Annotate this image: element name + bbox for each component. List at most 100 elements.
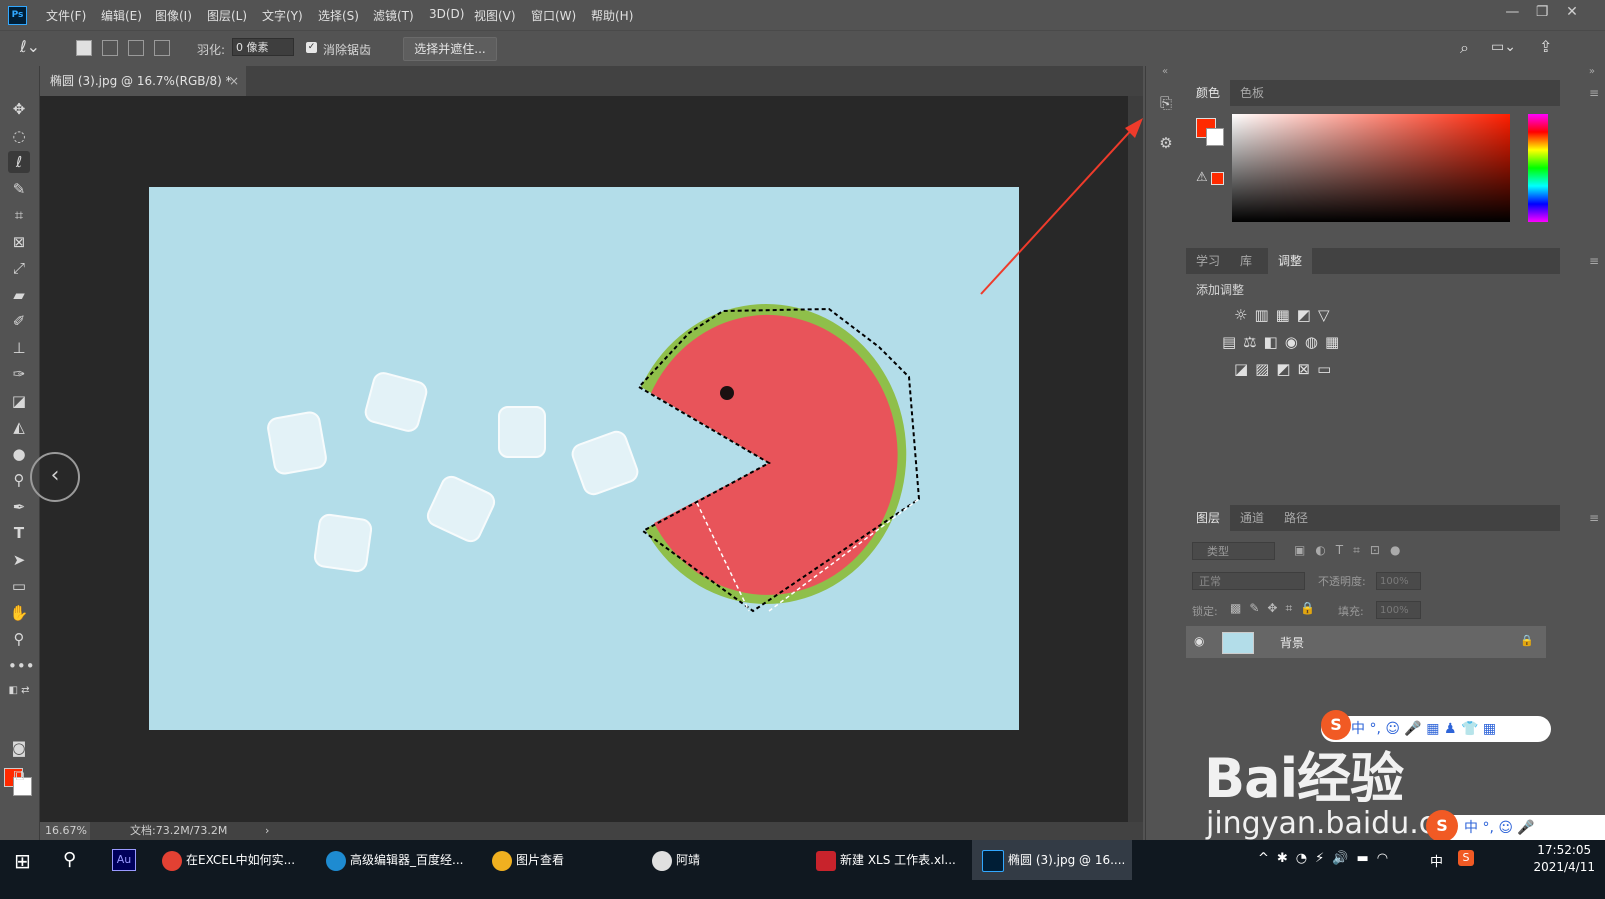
tab-learn[interactable]: 学习 [1186,248,1230,274]
layer-lock-icon[interactable]: 🔒 [1520,634,1534,647]
type-tool-icon[interactable]: T [8,522,30,544]
document-tab[interactable]: 椭圆 (3).jpg @ 16.7%(RGB/8) * [40,66,246,96]
gamut-swatch[interactable] [1211,172,1224,185]
menu-image[interactable]: 图像(I) [155,7,192,24]
hand-tool-icon[interactable]: ✋ [8,602,30,624]
zoom-tool-icon[interactable]: ⚲ [8,628,30,650]
blur-tool-icon[interactable]: ● [8,443,30,465]
menu-type[interactable]: 文字(Y) [262,7,303,24]
select-and-mask-button[interactable]: 选择并遮住... [403,37,497,61]
new-selection-icon[interactable] [76,40,92,56]
taskbar-search-icon[interactable]: ⚲ [63,849,76,870]
workspace-icon[interactable]: ▭⌄ [1491,39,1516,55]
tab-libraries[interactable]: 库 [1230,248,1262,274]
input-language[interactable]: 中 [1430,851,1443,870]
menu-filter[interactable]: 滤镜(T) [373,7,414,24]
menu-3d[interactable]: 3D(D) [429,7,464,21]
menu-file[interactable]: 文件(F) [46,7,86,24]
taskbar-item-chrome[interactable]: 在EXCEL中如何实... [162,840,295,880]
layers-panel-menu-icon[interactable]: ≡ [1589,511,1599,525]
eraser-tool-icon[interactable]: ◪ [8,390,30,412]
move-tool-icon[interactable]: ✥ [8,98,30,120]
color-panel-menu-icon[interactable]: ≡ [1589,86,1599,100]
expand-panels-icon[interactable]: « [1162,66,1168,77]
blend-mode-select[interactable]: 正常 [1192,572,1305,590]
tab-adjustments[interactable]: 调整 [1268,248,1313,274]
subtract-selection-icon[interactable] [128,40,144,56]
color-picker-field[interactable] [1232,114,1510,222]
screen-mode-icon[interactable]: ⧉ [8,764,30,786]
menu-edit[interactable]: 编辑(E) [101,7,142,24]
history-panel-icon[interactable]: ⎘ [1155,92,1177,114]
layer-filter-icons[interactable]: ▣◐T⌗⊡● [1294,543,1410,558]
menu-window[interactable]: 窗口(W) [531,7,576,24]
brush-tool-icon[interactable]: ✐ [8,310,30,332]
menu-select[interactable]: 选择(S) [318,7,359,24]
tab-channels[interactable]: 通道 [1230,505,1274,531]
system-clock[interactable]: 17:52:05 2021/4/11 [1533,842,1595,876]
adjust-panel-menu-icon[interactable]: ≡ [1589,254,1599,268]
stamp-tool-icon[interactable]: ⊥ [8,337,30,359]
adjustment-icons-row-1[interactable]: ☼▥▦◩▽ [1234,306,1337,324]
dodge-tool-icon[interactable]: ⚲ [8,469,30,491]
pen-tool-icon[interactable]: ✒ [8,496,30,518]
sogou-ime-logo-secondary[interactable]: S [1426,810,1458,842]
close-button[interactable]: ✕ [1559,4,1585,20]
eyedropper-tool-icon[interactable]: ⤢ [8,257,30,279]
panel-background-swatch[interactable] [1206,128,1224,146]
document-canvas[interactable] [149,187,1019,730]
fill-input[interactable]: 100% [1376,601,1421,619]
lasso-tool-icon[interactable]: ℓ [8,151,30,173]
adjustment-icons-row-2[interactable]: ▤⚖◧◉◍▦ [1222,333,1346,351]
taskbar-item-chat[interactable]: 阿靖 [652,840,700,880]
path-select-icon[interactable]: ➤ [8,549,30,571]
system-tray-icons[interactable]: ^✱◔⚡🔊▬◠ [1258,851,1396,866]
feather-input[interactable]: 0 像素 [232,38,294,56]
audition-app-icon[interactable]: Au [112,849,136,871]
close-tab-icon[interactable]: × [229,66,239,96]
zoom-level[interactable]: 16.67% [40,822,90,840]
tab-layers[interactable]: 图层 [1186,505,1231,531]
lasso-preset-icon[interactable]: ℓ⌄ [20,37,40,56]
healing-brush-icon[interactable]: ▰ [8,284,30,306]
restore-button[interactable]: ❐ [1529,4,1555,20]
tab-swatches[interactable]: 色板 [1230,80,1274,106]
visibility-eye-icon[interactable]: ◉ [1194,634,1204,648]
search-icon[interactable]: ⌕ [1460,38,1469,58]
share-icon[interactable]: ⇪ [1539,37,1552,56]
hue-slider[interactable] [1528,114,1548,222]
windows-start-icon[interactable]: ⊞ [14,849,31,873]
taskbar-item-photos[interactable]: 图片查看 [492,840,564,880]
quick-mask-icon[interactable]: ◙ [8,737,30,759]
opacity-input[interactable]: 100% [1376,572,1421,590]
tab-paths[interactable]: 路径 [1274,505,1318,531]
frame-tool-icon[interactable]: ⊠ [8,231,30,253]
layer-filter-select[interactable]: 类型 [1192,542,1275,560]
rectangle-tool-icon[interactable]: ▭ [8,575,30,597]
taskbar-item-photoshop[interactable]: 椭圆 (3).jpg @ 16.... [972,840,1132,880]
previous-image-button[interactable]: ‹ [30,452,80,502]
paint-bucket-icon[interactable]: ◭ [8,416,30,438]
crop-tool-icon[interactable]: ⌗ [8,204,30,226]
antialias-checkbox[interactable]: ✓ [306,42,317,53]
quick-select-tool-icon[interactable]: ✎ [8,178,30,200]
properties-panel-icon[interactable]: ⚙ [1155,132,1177,154]
swap-colors-icon[interactable]: ◧ ⇄ [8,680,30,702]
menu-help[interactable]: 帮助(H) [591,7,633,24]
history-brush-icon[interactable]: ✑ [8,363,30,385]
taskbar-item-edge[interactable]: 高级编辑器_百度经... [326,840,463,880]
status-menu-arrow[interactable]: › [265,822,269,840]
menu-view[interactable]: 视图(V) [474,7,516,24]
marquee-tool-icon[interactable]: ◌ [8,125,30,147]
sogou-tray-icon[interactable]: S [1458,850,1474,866]
menu-layer[interactable]: 图层(L) [207,7,247,24]
layer-row[interactable]: ◉ 背景 🔒 [1186,626,1546,658]
add-selection-icon[interactable] [102,40,118,56]
intersect-selection-icon[interactable] [154,40,170,56]
adjustment-icons-row-3[interactable]: ◪▨◩⊠▭ [1234,360,1338,378]
minimize-button[interactable]: — [1499,4,1525,20]
lock-icons[interactable]: ▩✎✥⌗🔒 [1230,601,1323,616]
layer-name[interactable]: 背景 [1280,634,1304,651]
collapse-panels-icon[interactable]: » [1589,66,1595,77]
taskbar-item-wps[interactable]: 新建 XLS 工作表.xl... [816,840,956,880]
